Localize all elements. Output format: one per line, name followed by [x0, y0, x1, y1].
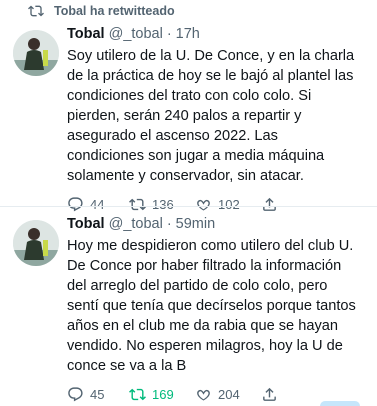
reply-button[interactable]: 45	[67, 386, 129, 403]
share-icon	[263, 387, 276, 401]
retweet-icon	[129, 388, 146, 401]
retweet-context[interactable]: Tobal ha retwitteado	[28, 3, 175, 19]
retweet-button[interactable]: 136	[129, 196, 195, 213]
tweet-text: Soy utilero de la U. De Conce, y en la c…	[67, 48, 355, 184]
separator-dot: ·	[166, 216, 172, 232]
reply-button[interactable]: 44	[67, 196, 129, 213]
retweet-count: 136	[152, 197, 174, 212]
avatar[interactable]	[13, 220, 59, 266]
like-button[interactable]: 102	[195, 196, 261, 213]
retweet-icon	[129, 198, 146, 211]
like-count: 204	[218, 387, 240, 402]
tweet-header: Tobal @_tobal · 59min	[67, 216, 371, 232]
tweet-header: Tobal @_tobal · 17h	[67, 26, 371, 42]
retweet-count: 169	[152, 387, 174, 402]
tweet-actions: 44 136 102	[67, 196, 371, 213]
avatar[interactable]	[13, 30, 59, 76]
reply-count: 45	[90, 387, 105, 402]
floating-action-edge[interactable]	[320, 401, 360, 406]
like-count: 102	[218, 197, 240, 212]
separator-dot: ·	[166, 26, 172, 42]
heart-icon	[197, 389, 210, 401]
reply-count: 44	[90, 197, 105, 212]
author-name[interactable]: Tobal	[67, 26, 105, 42]
reply-icon	[68, 197, 83, 212]
tweet-divider	[0, 206, 377, 207]
tweet-timestamp[interactable]: 59min	[176, 216, 216, 232]
tweet-text: Hoy me despidieron como utilero del club…	[67, 238, 356, 374]
author-handle[interactable]: @_tobal	[109, 216, 163, 232]
like-button[interactable]: 204	[195, 386, 261, 403]
author-handle[interactable]: @_tobal	[109, 26, 163, 42]
retweet-icon	[28, 5, 44, 17]
reply-icon	[68, 387, 83, 402]
author-name[interactable]: Tobal	[67, 216, 105, 232]
retweet-context-label: Tobal ha retwitteado	[54, 4, 175, 18]
retweet-button[interactable]: 169	[129, 386, 195, 403]
tweet-timestamp[interactable]: 17h	[176, 26, 200, 42]
share-button[interactable]	[261, 196, 285, 213]
share-icon	[263, 197, 276, 211]
share-button[interactable]	[261, 386, 285, 403]
heart-icon	[197, 199, 210, 211]
